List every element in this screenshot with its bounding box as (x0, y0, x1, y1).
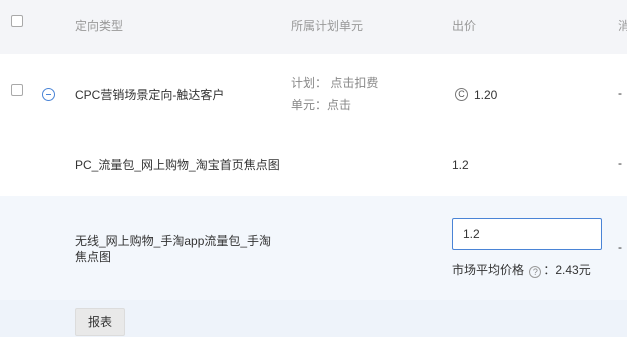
targeting-name-line: 焦点图 (75, 250, 112, 264)
bid-input[interactable] (452, 218, 602, 250)
row-checkbox[interactable] (11, 84, 23, 96)
unit-value: 点击 (327, 98, 352, 112)
table-row: PC_流量包_网上购物_淘宝首页焦点图 1.2 - (0, 132, 627, 197)
table-row-editing: 无线_网上购物_手淘app流量包_手淘 焦点图 市场平均价格 ?：2.43元 - (0, 196, 627, 300)
unit-info: 单元：点击 (291, 96, 351, 113)
targeting-name: CPC营销场景定向-触达客户 (75, 88, 225, 102)
collapse-icon[interactable] (42, 88, 55, 101)
plan-info: 计划： 点击扣费 (291, 74, 378, 91)
row-dash: - (618, 156, 622, 170)
targeting-name: PC_流量包_网上购物_淘宝首页焦点图 (75, 158, 280, 172)
row-dash: - (618, 240, 622, 254)
bid-value: 1.20 (474, 88, 498, 102)
market-average-price: 市场平均价格 ? ：2.43元 (452, 261, 591, 278)
table-header: 定向类型 所属计划单元 出价 消 (0, 0, 627, 54)
plan-value: 点击扣费 (330, 76, 379, 90)
market-price-label: 市场平均价格 (452, 263, 525, 277)
report-button[interactable]: 报表 (75, 308, 125, 336)
select-all-checkbox[interactable] (11, 15, 23, 27)
market-price-value: ：2.43元 (543, 263, 591, 277)
column-header-type: 定向类型 (75, 19, 124, 33)
help-icon[interactable]: ? (529, 266, 542, 278)
table-footer: 报表 (0, 300, 627, 337)
targeting-name: 无线_网上购物_手淘app流量包_手淘 焦点图 (75, 233, 271, 265)
column-header-extra: 消 (618, 19, 627, 33)
table-row: CPC营销场景定向-触达客户 计划： 点击扣费 单元：点击 C 1.20 - (0, 54, 627, 133)
plan-label: 计划： (291, 76, 328, 90)
bid-value: 1.2 (452, 158, 469, 172)
column-header-unit: 所属计划单元 (291, 19, 364, 33)
row-dash: - (618, 86, 622, 100)
unit-label: 单元： (291, 98, 328, 112)
coin-icon: C (455, 88, 468, 101)
column-header-bid: 出价 (452, 19, 477, 33)
targeting-name-line: 无线_网上购物_手淘app流量包_手淘 (75, 234, 272, 248)
